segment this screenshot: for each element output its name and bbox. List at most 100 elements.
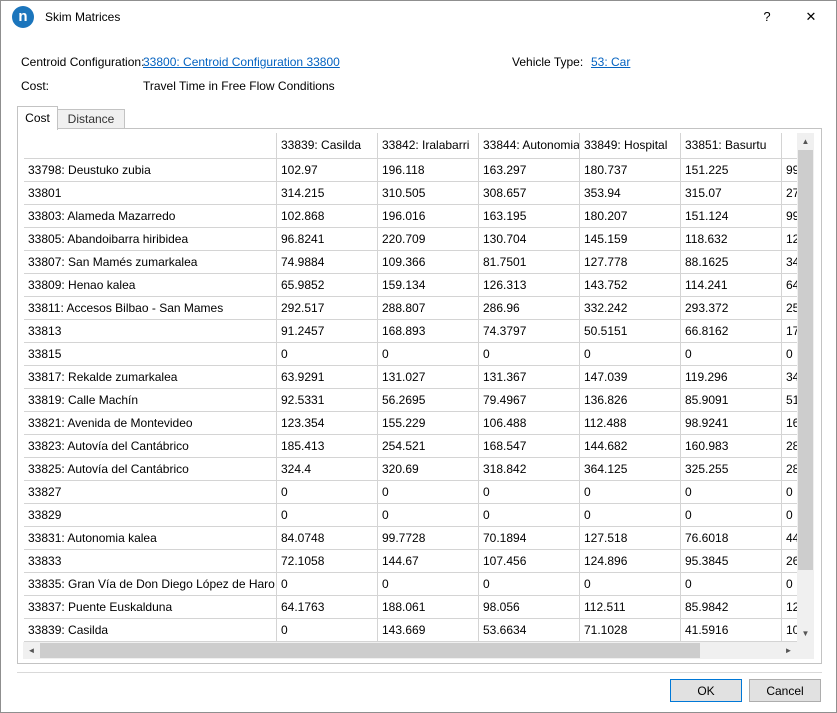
row-header[interactable]: 33839: Casilda xyxy=(24,619,277,642)
matrix-cell[interactable]: 0 xyxy=(479,343,580,366)
table-row[interactable]: 33835: Gran Vía de Don Diego López de Ha… xyxy=(24,573,797,596)
matrix-cell[interactable]: 119.296 xyxy=(681,366,782,389)
matrix-cell[interactable]: 159.134 xyxy=(378,274,479,297)
row-header[interactable]: 33825: Autovía del Cantábrico xyxy=(24,458,277,481)
matrix-cell[interactable]: 320.69 xyxy=(378,458,479,481)
matrix-cell[interactable]: 147.039 xyxy=(580,366,681,389)
matrix-cell[interactable]: 293.372 xyxy=(681,297,782,320)
matrix-cell[interactable]: 12 xyxy=(782,228,797,251)
matrix-cell[interactable]: 220.709 xyxy=(378,228,479,251)
horizontal-scrollbar[interactable]: ◄ ► xyxy=(23,642,797,659)
matrix-cell[interactable]: 99 xyxy=(782,205,797,228)
matrix-cell[interactable]: 0 xyxy=(580,481,681,504)
row-header[interactable]: 33811: Accesos Bilbao - San Mames xyxy=(24,297,277,320)
matrix-cell[interactable]: 71.1028 xyxy=(580,619,681,642)
matrix-cell[interactable]: 168.893 xyxy=(378,320,479,343)
matrix-cell[interactable]: 0 xyxy=(681,504,782,527)
matrix-cell[interactable]: 0 xyxy=(277,343,378,366)
matrix-cell[interactable]: 74.3797 xyxy=(479,320,580,343)
table-row[interactable]: 33821: Avenida de Montevideo123.354155.2… xyxy=(24,412,797,435)
column-header[interactable] xyxy=(782,133,797,159)
centroid-configuration-link[interactable]: 33800: Centroid Configuration 33800 xyxy=(143,55,340,69)
matrix-cell[interactable]: 0 xyxy=(782,504,797,527)
matrix-cell[interactable]: 63.9291 xyxy=(277,366,378,389)
row-header[interactable]: 33829 xyxy=(24,504,277,527)
matrix-cell[interactable]: 0 xyxy=(479,504,580,527)
matrix-cell[interactable]: 292.517 xyxy=(277,297,378,320)
matrix-cell[interactable]: 0 xyxy=(378,481,479,504)
matrix-cell[interactable]: 98.056 xyxy=(479,596,580,619)
matrix-cell[interactable]: 88.1625 xyxy=(681,251,782,274)
matrix-cell[interactable]: 144.682 xyxy=(580,435,681,458)
matrix-cell[interactable]: 318.842 xyxy=(479,458,580,481)
close-button[interactable]: ✕ xyxy=(794,1,828,33)
matrix-cell[interactable]: 324.4 xyxy=(277,458,378,481)
matrix-cell[interactable]: 180.737 xyxy=(580,159,681,182)
matrix-cell[interactable]: 81.7501 xyxy=(479,251,580,274)
column-header[interactable]: 33839: Casilda xyxy=(277,133,378,159)
matrix-cell[interactable]: 131.367 xyxy=(479,366,580,389)
table-row[interactable]: 3383372.1058144.67107.456124.89695.38452… xyxy=(24,550,797,573)
row-header[interactable]: 33837: Puente Euskalduna xyxy=(24,596,277,619)
matrix-cell[interactable]: 74.9884 xyxy=(277,251,378,274)
table-row[interactable]: 3381391.2457168.89374.379750.515166.8162… xyxy=(24,320,797,343)
matrix-cell[interactable]: 288.807 xyxy=(378,297,479,320)
table-row[interactable]: 33801314.215310.505308.657353.94315.0727 xyxy=(24,182,797,205)
matrix-cell[interactable]: 127.778 xyxy=(580,251,681,274)
matrix-cell[interactable]: 196.016 xyxy=(378,205,479,228)
table-row[interactable]: 33829000000 xyxy=(24,504,797,527)
table-row[interactable]: 33831: Autonomia kalea84.074899.772870.1… xyxy=(24,527,797,550)
scroll-right-icon[interactable]: ► xyxy=(780,642,797,659)
matrix-cell[interactable]: 145.159 xyxy=(580,228,681,251)
matrix-cell[interactable]: 124.896 xyxy=(580,550,681,573)
matrix-cell[interactable]: 79.4967 xyxy=(479,389,580,412)
row-header[interactable]: 33817: Rekalde zumarkalea xyxy=(24,366,277,389)
matrix-cell[interactable]: 130.704 xyxy=(479,228,580,251)
matrix-cell[interactable]: 99 xyxy=(782,159,797,182)
matrix-cell[interactable]: 168.547 xyxy=(479,435,580,458)
matrix-cell[interactable]: 143.752 xyxy=(580,274,681,297)
matrix-cell[interactable]: 144.67 xyxy=(378,550,479,573)
matrix-cell[interactable]: 0 xyxy=(681,573,782,596)
row-header[interactable]: 33815 xyxy=(24,343,277,366)
vertical-scrollbar[interactable]: ▲ ▼ xyxy=(797,133,814,642)
row-header[interactable]: 33805: Abandoibarra hiribidea xyxy=(24,228,277,251)
matrix-cell[interactable]: 160.983 xyxy=(681,435,782,458)
matrix-cell[interactable]: 364.125 xyxy=(580,458,681,481)
row-header[interactable]: 33813 xyxy=(24,320,277,343)
matrix-cell[interactable]: 0 xyxy=(378,504,479,527)
matrix-cell[interactable]: 0 xyxy=(378,573,479,596)
table-row[interactable]: 33837: Puente Euskalduna64.1763188.06198… xyxy=(24,596,797,619)
matrix-cell[interactable]: 12 xyxy=(782,596,797,619)
help-button[interactable]: ? xyxy=(750,1,784,33)
matrix-cell[interactable]: 41.5916 xyxy=(681,619,782,642)
matrix-cell[interactable]: 64 xyxy=(782,274,797,297)
matrix-cell[interactable]: 66.8162 xyxy=(681,320,782,343)
matrix-cell[interactable]: 70.1894 xyxy=(479,527,580,550)
matrix-cell[interactable]: 188.061 xyxy=(378,596,479,619)
row-header[interactable]: 33833 xyxy=(24,550,277,573)
matrix-cell[interactable]: 0 xyxy=(378,343,479,366)
matrix-cell[interactable]: 26 xyxy=(782,550,797,573)
matrix-cell[interactable]: 99.7728 xyxy=(378,527,479,550)
matrix-cell[interactable]: 91.2457 xyxy=(277,320,378,343)
matrix-cell[interactable]: 143.669 xyxy=(378,619,479,642)
matrix-cell[interactable]: 72.1058 xyxy=(277,550,378,573)
matrix-cell[interactable]: 310.505 xyxy=(378,182,479,205)
matrix-cell[interactable]: 0 xyxy=(277,619,378,642)
matrix-cell[interactable]: 17 xyxy=(782,320,797,343)
matrix-cell[interactable]: 25 xyxy=(782,297,797,320)
matrix-cell[interactable]: 131.027 xyxy=(378,366,479,389)
matrix-cell[interactable]: 85.9842 xyxy=(681,596,782,619)
column-header[interactable]: 33842: Iralabarri xyxy=(378,133,479,159)
row-header[interactable]: 33809: Henao kalea xyxy=(24,274,277,297)
table-row[interactable]: 33803: Alameda Mazarredo102.868196.01616… xyxy=(24,205,797,228)
matrix-cell[interactable]: 163.297 xyxy=(479,159,580,182)
matrix-cell[interactable]: 28 xyxy=(782,435,797,458)
tab-cost[interactable]: Cost xyxy=(17,106,58,130)
matrix-cell[interactable]: 65.9852 xyxy=(277,274,378,297)
matrix-cell[interactable]: 114.241 xyxy=(681,274,782,297)
matrix-cell[interactable]: 163.195 xyxy=(479,205,580,228)
matrix-cell[interactable]: 0 xyxy=(580,343,681,366)
matrix-cell[interactable]: 185.413 xyxy=(277,435,378,458)
